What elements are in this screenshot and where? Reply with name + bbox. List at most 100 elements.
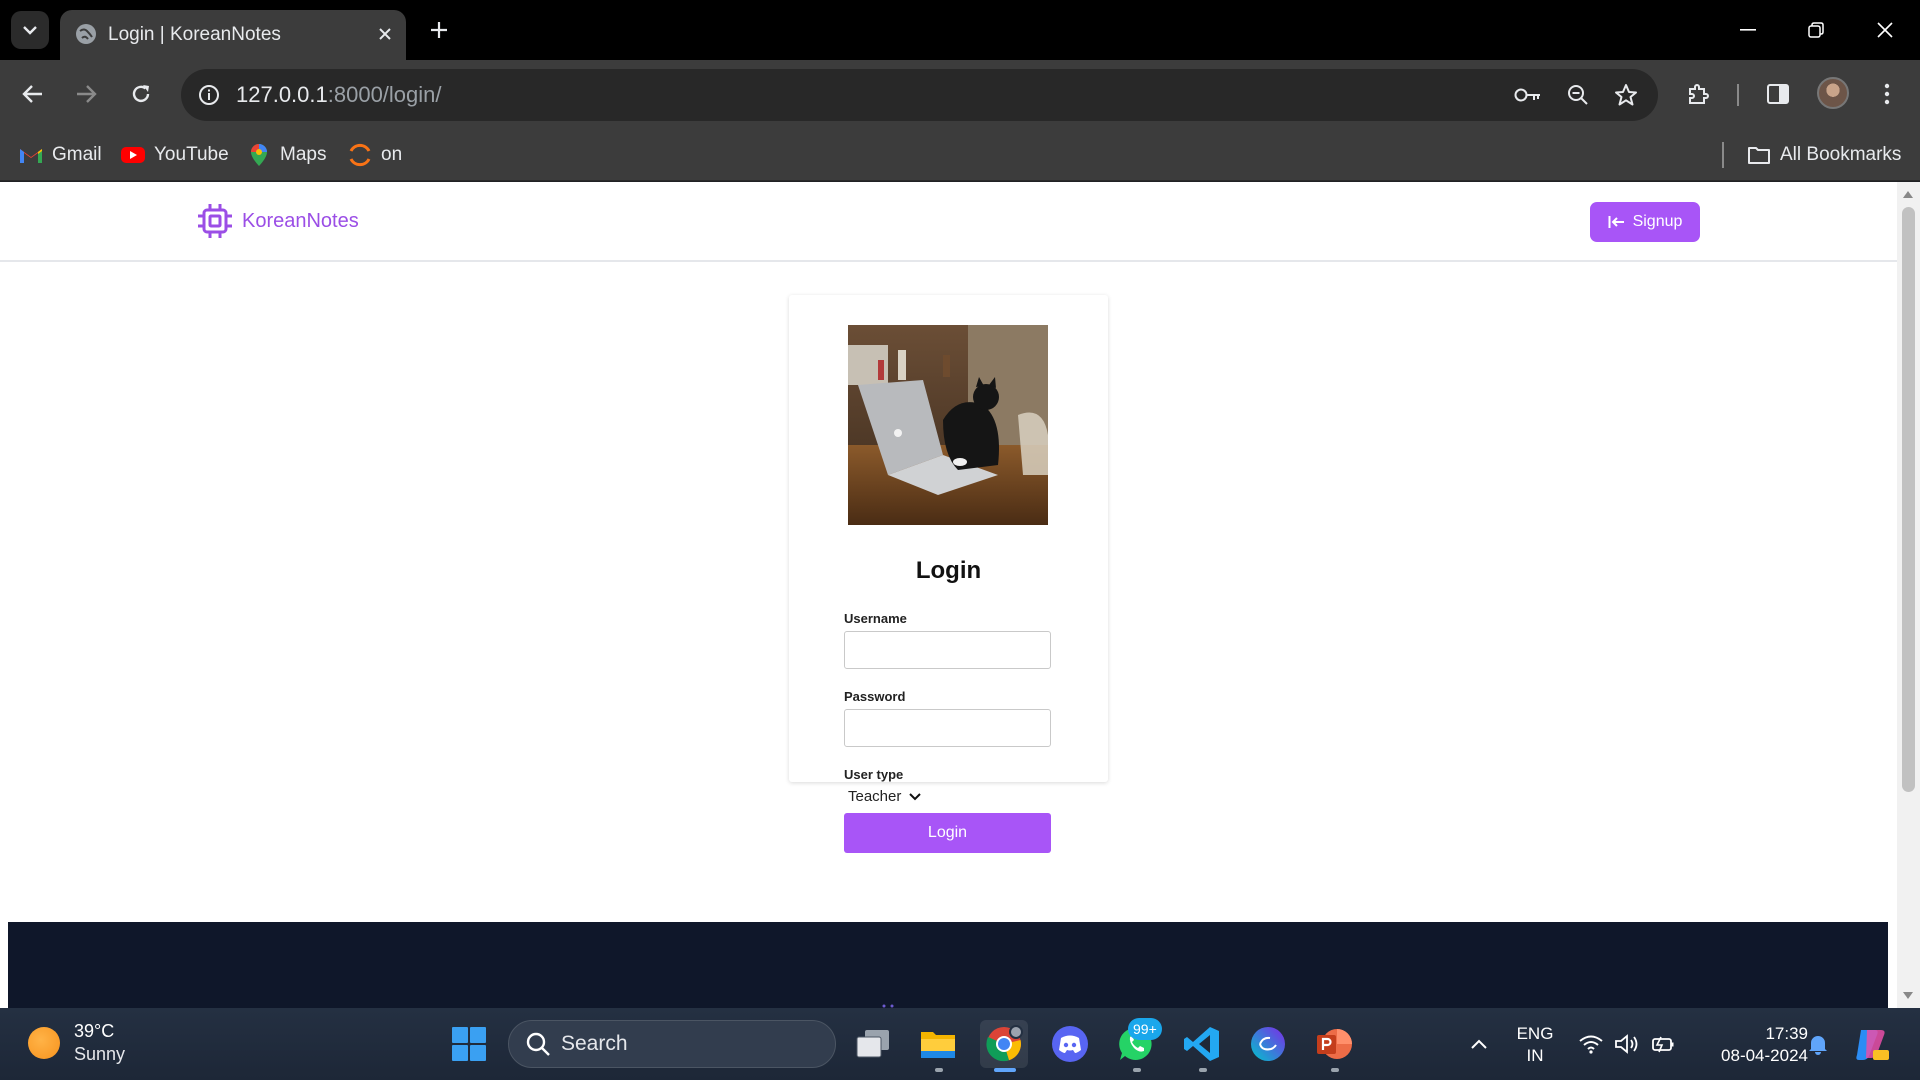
canva-icon xyxy=(1251,1027,1285,1061)
back-button[interactable] xyxy=(12,73,54,115)
site-navbar: KoreanNotes Signup xyxy=(0,182,1897,262)
url-text: 127.0.0.1:8000/login/ xyxy=(236,82,442,108)
plus-icon xyxy=(431,22,447,38)
zoom-button[interactable] xyxy=(1561,78,1595,112)
login-submit-button[interactable]: Login xyxy=(844,813,1051,853)
bookmark-maps[interactable]: Maps xyxy=(246,139,326,171)
new-tab-button[interactable] xyxy=(422,13,456,47)
globe-icon xyxy=(76,24,96,44)
password-label: Password xyxy=(844,689,906,704)
bookmark-on[interactable]: on xyxy=(347,139,402,171)
tab-search-button[interactable] xyxy=(11,11,49,49)
site-info-button[interactable] xyxy=(192,78,226,112)
scrollbar-thumb[interactable] xyxy=(1902,207,1915,792)
chrome-taskbar-button[interactable] xyxy=(980,1020,1028,1068)
browser-tabstrip: Login | KoreanNotes xyxy=(0,0,1920,60)
all-bookmarks-label: All Bookmarks xyxy=(1780,144,1902,165)
canva-taskbar-button[interactable] xyxy=(1244,1020,1292,1068)
restore-icon xyxy=(1808,22,1824,38)
browser-menu-button[interactable] xyxy=(1866,73,1908,115)
address-bar[interactable]: 127.0.0.1:8000/login/ xyxy=(181,69,1658,121)
running-indicator xyxy=(1199,1068,1207,1072)
close-icon xyxy=(379,28,391,40)
profile-avatar[interactable] xyxy=(1817,77,1849,109)
bookmark-star-button[interactable] xyxy=(1609,78,1643,112)
chrome-icon xyxy=(986,1025,1023,1062)
show-hidden-icons-button[interactable] xyxy=(1455,1020,1503,1068)
orange-arc-icon xyxy=(347,142,373,168)
footer-ornament-icon xyxy=(882,1004,894,1008)
vscode-icon xyxy=(1184,1027,1219,1061)
battery-status[interactable] xyxy=(1640,1020,1686,1068)
page-viewport: KoreanNotes Signup Login Username Passwo… xyxy=(0,182,1897,1008)
powerpoint-taskbar-button[interactable] xyxy=(1310,1020,1358,1068)
bookmark-youtube[interactable]: YouTube xyxy=(120,139,229,171)
signup-button[interactable]: Signup xyxy=(1590,202,1700,242)
task-view-button[interactable] xyxy=(849,1020,897,1068)
side-panel-icon xyxy=(1767,84,1789,104)
tab-close-button[interactable] xyxy=(372,21,398,47)
bookmark-gmail[interactable]: Gmail xyxy=(18,139,102,171)
close-icon xyxy=(1877,22,1893,38)
login-heading: Login xyxy=(915,557,982,584)
password-input[interactable] xyxy=(844,709,1051,747)
key-icon xyxy=(1514,88,1540,102)
site-brand[interactable]: KoreanNotes xyxy=(198,203,359,239)
language-code: ENG xyxy=(1516,1024,1554,1043)
taskbar-search[interactable]: Search xyxy=(508,1020,836,1068)
close-window-button[interactable] xyxy=(1855,10,1915,50)
clock-date: 08-04-2024 xyxy=(1721,1046,1808,1065)
windows-taskbar: 39°C Sunny Search 99+ ENG IN 17:39 08-04… xyxy=(0,1008,1920,1080)
minimize-icon xyxy=(1740,29,1756,31)
all-bookmarks-button[interactable]: All Bookmarks xyxy=(1746,139,1901,171)
vscode-taskbar-button[interactable] xyxy=(1178,1020,1226,1068)
weather-widget[interactable]: 39°C Sunny xyxy=(28,1020,125,1066)
notifications-button[interactable] xyxy=(1795,1020,1841,1068)
bookmarks-bar: Gmail YouTube Maps on All Bookmarks xyxy=(0,129,1920,181)
weather-desc: Sunny xyxy=(74,1044,126,1064)
reload-button[interactable] xyxy=(120,73,162,115)
clock[interactable]: 17:39 08-04-2024 xyxy=(1688,1023,1808,1067)
bookmark-label: YouTube xyxy=(154,144,229,165)
user-type-value: Teacher xyxy=(848,788,902,805)
chevron-down-icon xyxy=(909,792,922,800)
clock-time: 17:39 xyxy=(1765,1024,1808,1043)
zoom-out-icon xyxy=(1568,85,1588,105)
battery-charging-icon xyxy=(1652,1036,1674,1053)
maps-icon xyxy=(246,142,272,168)
chevron-down-icon xyxy=(23,26,37,35)
extensions-button[interactable] xyxy=(1677,73,1719,115)
bookmarks-separator xyxy=(1722,142,1724,168)
password-key-button[interactable] xyxy=(1511,78,1545,112)
minimize-button[interactable] xyxy=(1718,10,1778,50)
side-panel-button[interactable] xyxy=(1757,73,1799,115)
chip-logo-icon xyxy=(198,204,232,238)
reload-icon xyxy=(132,85,150,103)
browser-toolbar: 127.0.0.1:8000/login/ xyxy=(0,60,1920,129)
folder-icon xyxy=(921,1032,955,1058)
forward-button[interactable] xyxy=(65,73,107,115)
scroll-up-arrow-icon[interactable] xyxy=(1903,191,1913,198)
search-icon xyxy=(526,1032,550,1056)
user-type-select[interactable]: Teacher xyxy=(848,788,922,805)
login-arrow-icon xyxy=(1608,216,1624,228)
browser-tab-active[interactable]: Login | KoreanNotes xyxy=(60,10,406,60)
start-button[interactable] xyxy=(445,1020,493,1068)
language-indicator[interactable]: ENG IN xyxy=(1510,1023,1560,1067)
username-input[interactable] xyxy=(844,631,1051,669)
arrow-left-icon xyxy=(22,85,42,103)
bookmark-label: Gmail xyxy=(52,144,102,165)
copilot-button[interactable] xyxy=(1848,1020,1894,1068)
scroll-down-arrow-icon[interactable] xyxy=(1903,992,1913,999)
chevron-up-icon xyxy=(1471,1039,1487,1049)
page-scrollbar[interactable] xyxy=(1897,182,1920,1008)
star-icon xyxy=(1615,84,1637,106)
task-view-icon xyxy=(856,1030,889,1058)
file-explorer-button[interactable] xyxy=(914,1020,962,1068)
whatsapp-unread-badge: 99+ xyxy=(1128,1018,1162,1040)
windows-logo-icon xyxy=(452,1027,486,1061)
discord-taskbar-button[interactable] xyxy=(1046,1020,1094,1068)
running-indicator xyxy=(1133,1068,1141,1072)
user-type-label: User type xyxy=(844,767,904,782)
restore-button[interactable] xyxy=(1786,10,1846,50)
